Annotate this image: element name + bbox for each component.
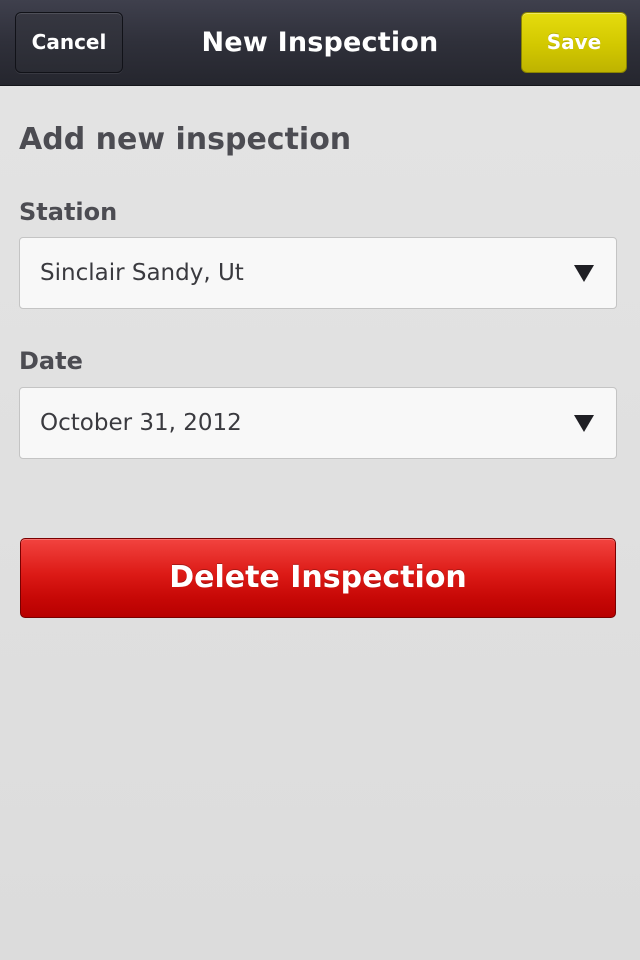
dropdown-arrow-icon (574, 415, 594, 432)
date-value: October 31, 2012 (40, 410, 242, 436)
date-select[interactable]: October 31, 2012 (19, 387, 617, 459)
station-value: Sinclair Sandy, Ut (40, 260, 244, 286)
date-label: Date (19, 347, 83, 375)
save-button[interactable]: Save (521, 12, 627, 73)
cancel-button[interactable]: Cancel (15, 12, 123, 73)
delete-inspection-button[interactable]: Delete Inspection (20, 538, 616, 618)
station-label: Station (19, 198, 118, 226)
navigation-bar: New Inspection Cancel Save (0, 0, 640, 86)
dropdown-arrow-icon (574, 265, 594, 282)
form-heading: Add new inspection (19, 122, 352, 157)
station-select[interactable]: Sinclair Sandy, Ut (19, 237, 617, 309)
